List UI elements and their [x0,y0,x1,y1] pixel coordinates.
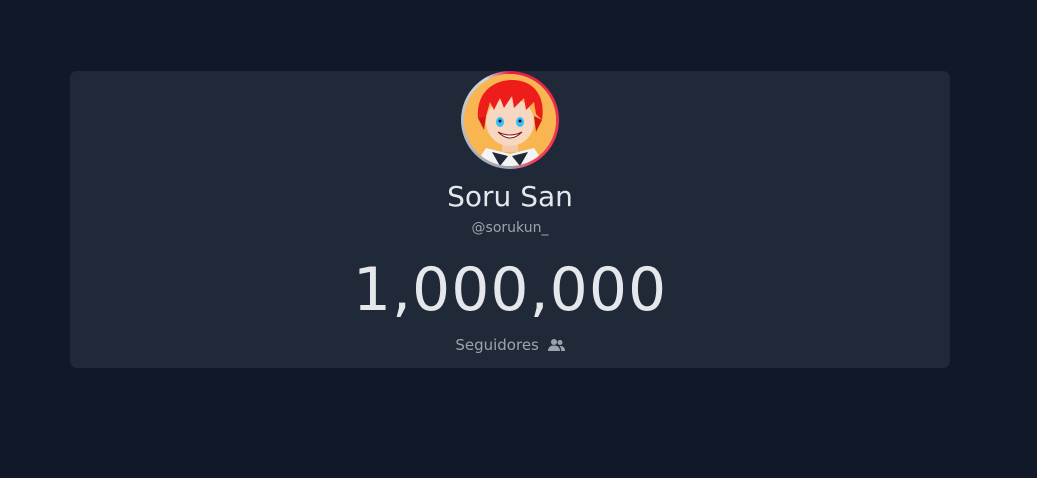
follower-count: 1,000,000 [352,255,668,325]
avatar-image [464,74,556,166]
users-icon [547,337,565,357]
followers-label-row: Seguidores [70,335,950,357]
profile-name: Soru San [447,180,573,213]
profile-card: Soru San @sorukun_ 1,000,000 Seguidores [70,71,950,368]
profile-handle[interactable]: @sorukun_ [70,218,950,238]
avatar[interactable] [464,74,556,166]
followers-label: Seguidores [455,336,539,354]
avatar-ring [461,71,559,169]
